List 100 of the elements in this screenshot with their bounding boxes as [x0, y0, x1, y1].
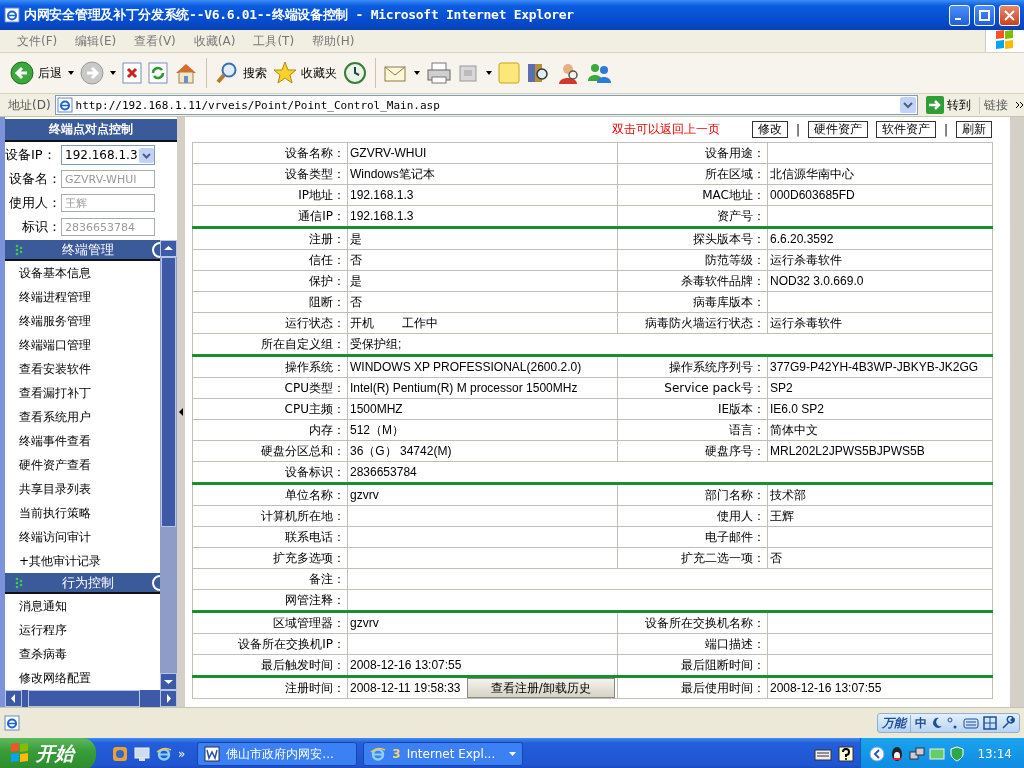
- field-label: 信任：: [309, 252, 345, 267]
- sidebar-item[interactable]: 终端服务管理: [5, 309, 160, 333]
- sidebar-item[interactable]: 查看漏打补丁: [5, 381, 160, 405]
- favorites-label[interactable]: 收藏夹: [301, 64, 337, 82]
- sidebar-item[interactable]: 查看系统用户: [5, 405, 160, 429]
- close-button[interactable]: [999, 4, 1020, 26]
- search-icon[interactable]: [215, 61, 239, 85]
- punctuation-icon[interactable]: [947, 717, 959, 729]
- links-label[interactable]: 链接: [979, 96, 1012, 114]
- collapse-arrow-icon[interactable]: [179, 408, 183, 416]
- field-label: 所在自定义组：: [261, 336, 345, 351]
- sidebar-item[interactable]: 消息通知: [5, 594, 160, 618]
- maximize-button[interactable]: [974, 4, 995, 26]
- user-icon[interactable]: [556, 61, 580, 85]
- taskbar-button[interactable]: 3 Internet Expl...: [363, 742, 524, 766]
- menu-item[interactable]: 收藏(A): [184, 32, 245, 50]
- sidebar-item[interactable]: 硬件资产查看: [5, 453, 160, 477]
- refresh-icon[interactable]: [148, 62, 168, 84]
- minimize-button[interactable]: [949, 4, 970, 26]
- sidebar-item[interactable]: 查看安装软件: [5, 357, 160, 381]
- grip-icon: [15, 576, 23, 589]
- menu-item[interactable]: 编辑(E): [66, 32, 126, 50]
- field-label: 操作系统序列号：: [669, 359, 765, 374]
- toolbar-button[interactable]: 刷新: [956, 121, 992, 138]
- field-label: 注册：: [309, 231, 345, 246]
- field-value: 是: [350, 272, 362, 290]
- field-value: Windows笔记本: [350, 165, 435, 183]
- taskbar-button[interactable]: 佛山市政府内网安...: [197, 742, 358, 766]
- start-button[interactable]: 开始: [0, 738, 96, 768]
- scroll-left-icon[interactable]: [5, 690, 22, 707]
- field-label: 阻断：: [309, 294, 345, 309]
- stop-icon[interactable]: [122, 62, 142, 84]
- grid-icon[interactable]: [983, 716, 997, 730]
- field-label: 病毒防火墙运行状态：: [645, 315, 765, 330]
- document-icon: [204, 746, 221, 762]
- star-icon[interactable]: [273, 61, 297, 85]
- sidebar-item[interactable]: 设备基本信息: [5, 261, 160, 285]
- sidebar-item[interactable]: 查杀病毒: [5, 642, 160, 666]
- address-field[interactable]: http://192.168.1.11/vrveis/Point/Point_Control_Main.asp: [54, 95, 918, 115]
- printer-icon[interactable]: [426, 61, 452, 85]
- menu-item[interactable]: 帮助(H): [303, 32, 364, 50]
- ime-mode[interactable]: 中: [915, 714, 927, 732]
- field-label: 设备用途：: [705, 145, 765, 160]
- moon-icon[interactable]: [931, 717, 943, 729]
- field-value: 2008-12-16 13:07:55: [770, 681, 882, 695]
- shield-icon[interactable]: [949, 746, 966, 762]
- history-button[interactable]: 查看注册/卸载历史: [466, 678, 615, 698]
- help-icon[interactable]: [838, 746, 855, 762]
- chevron-icon[interactable]: [1016, 101, 1024, 109]
- search-label[interactable]: 搜索: [243, 64, 267, 82]
- field-label: 运行状态：: [285, 315, 345, 330]
- scroll-down-icon[interactable]: [160, 673, 177, 690]
- scrollbar-thumb[interactable]: [28, 690, 140, 707]
- sidebar-item[interactable]: 终端访问审计: [5, 525, 160, 549]
- toolbar-button[interactable]: 软件资产: [875, 121, 936, 138]
- dropdown-button-icon[interactable]: [900, 97, 916, 113]
- sidebar-item[interactable]: 共享目录列表: [5, 477, 160, 501]
- toolbar-button[interactable]: 修改: [751, 121, 788, 138]
- back-label[interactable]: 后退: [38, 64, 62, 82]
- wrench-icon[interactable]: [1001, 716, 1015, 730]
- more-label[interactable]: »: [178, 747, 186, 761]
- menu-item[interactable]: 工具(T): [244, 32, 304, 50]
- windows-flag-icon: [10, 743, 30, 765]
- scroll-right-icon[interactable]: [160, 690, 177, 707]
- section-header[interactable]: 终端管理: [5, 240, 160, 261]
- forward-icon[interactable]: [80, 61, 104, 85]
- scroll-up-icon[interactable]: [160, 240, 177, 257]
- sidebar-item[interactable]: 当前执行策略: [5, 501, 160, 525]
- toolbar-button[interactable]: 硬件资产: [807, 121, 868, 138]
- sidebar-item[interactable]: 终端事件查看: [5, 429, 160, 453]
- keyboard-icon[interactable]: [963, 717, 979, 729]
- book-icon[interactable]: [526, 61, 550, 85]
- keyboard-icon[interactable]: [814, 747, 833, 761]
- ie-icon[interactable]: [156, 746, 172, 762]
- ip-select[interactable]: 192.168.1.3: [61, 145, 155, 165]
- expand-tray-icon[interactable]: [869, 746, 886, 762]
- close-icon: [1004, 9, 1015, 21]
- media-icon[interactable]: [112, 746, 128, 762]
- scrollbar-thumb[interactable]: [161, 257, 176, 527]
- network-icon[interactable]: [909, 746, 926, 762]
- field-label: MAC地址：: [702, 187, 765, 202]
- people-icon[interactable]: [586, 61, 612, 85]
- menu-item[interactable]: 查看(V): [125, 32, 185, 50]
- section-header[interactable]: 行为控制: [5, 573, 160, 594]
- field-label: 电子邮件：: [705, 529, 765, 544]
- back-icon[interactable]: [10, 61, 34, 85]
- sidebar-item[interactable]: 修改网络配置: [5, 666, 160, 690]
- sidebar-item[interactable]: 运行程序: [5, 618, 160, 642]
- sidebar-item[interactable]: 终端进程管理: [5, 285, 160, 309]
- menu-item[interactable]: 文件(F): [8, 32, 67, 50]
- sidebar-item[interactable]: 终端端口管理: [5, 333, 160, 357]
- desktop-icon[interactable]: [134, 746, 150, 762]
- go-button[interactable]: 转到: [922, 96, 975, 114]
- url-text: http://192.168.1.11/vrveis/Point/Point_Control_Main.asp: [75, 98, 441, 112]
- dropdown-arrow-icon: [68, 71, 74, 75]
- clock-time: 13:14: [977, 747, 1012, 761]
- field-label: 防范等级：: [705, 252, 765, 267]
- sidebar-item[interactable]: +其他审计记录: [5, 549, 160, 573]
- clock-icon[interactable]: [343, 61, 367, 85]
- home-icon[interactable]: [174, 61, 198, 85]
